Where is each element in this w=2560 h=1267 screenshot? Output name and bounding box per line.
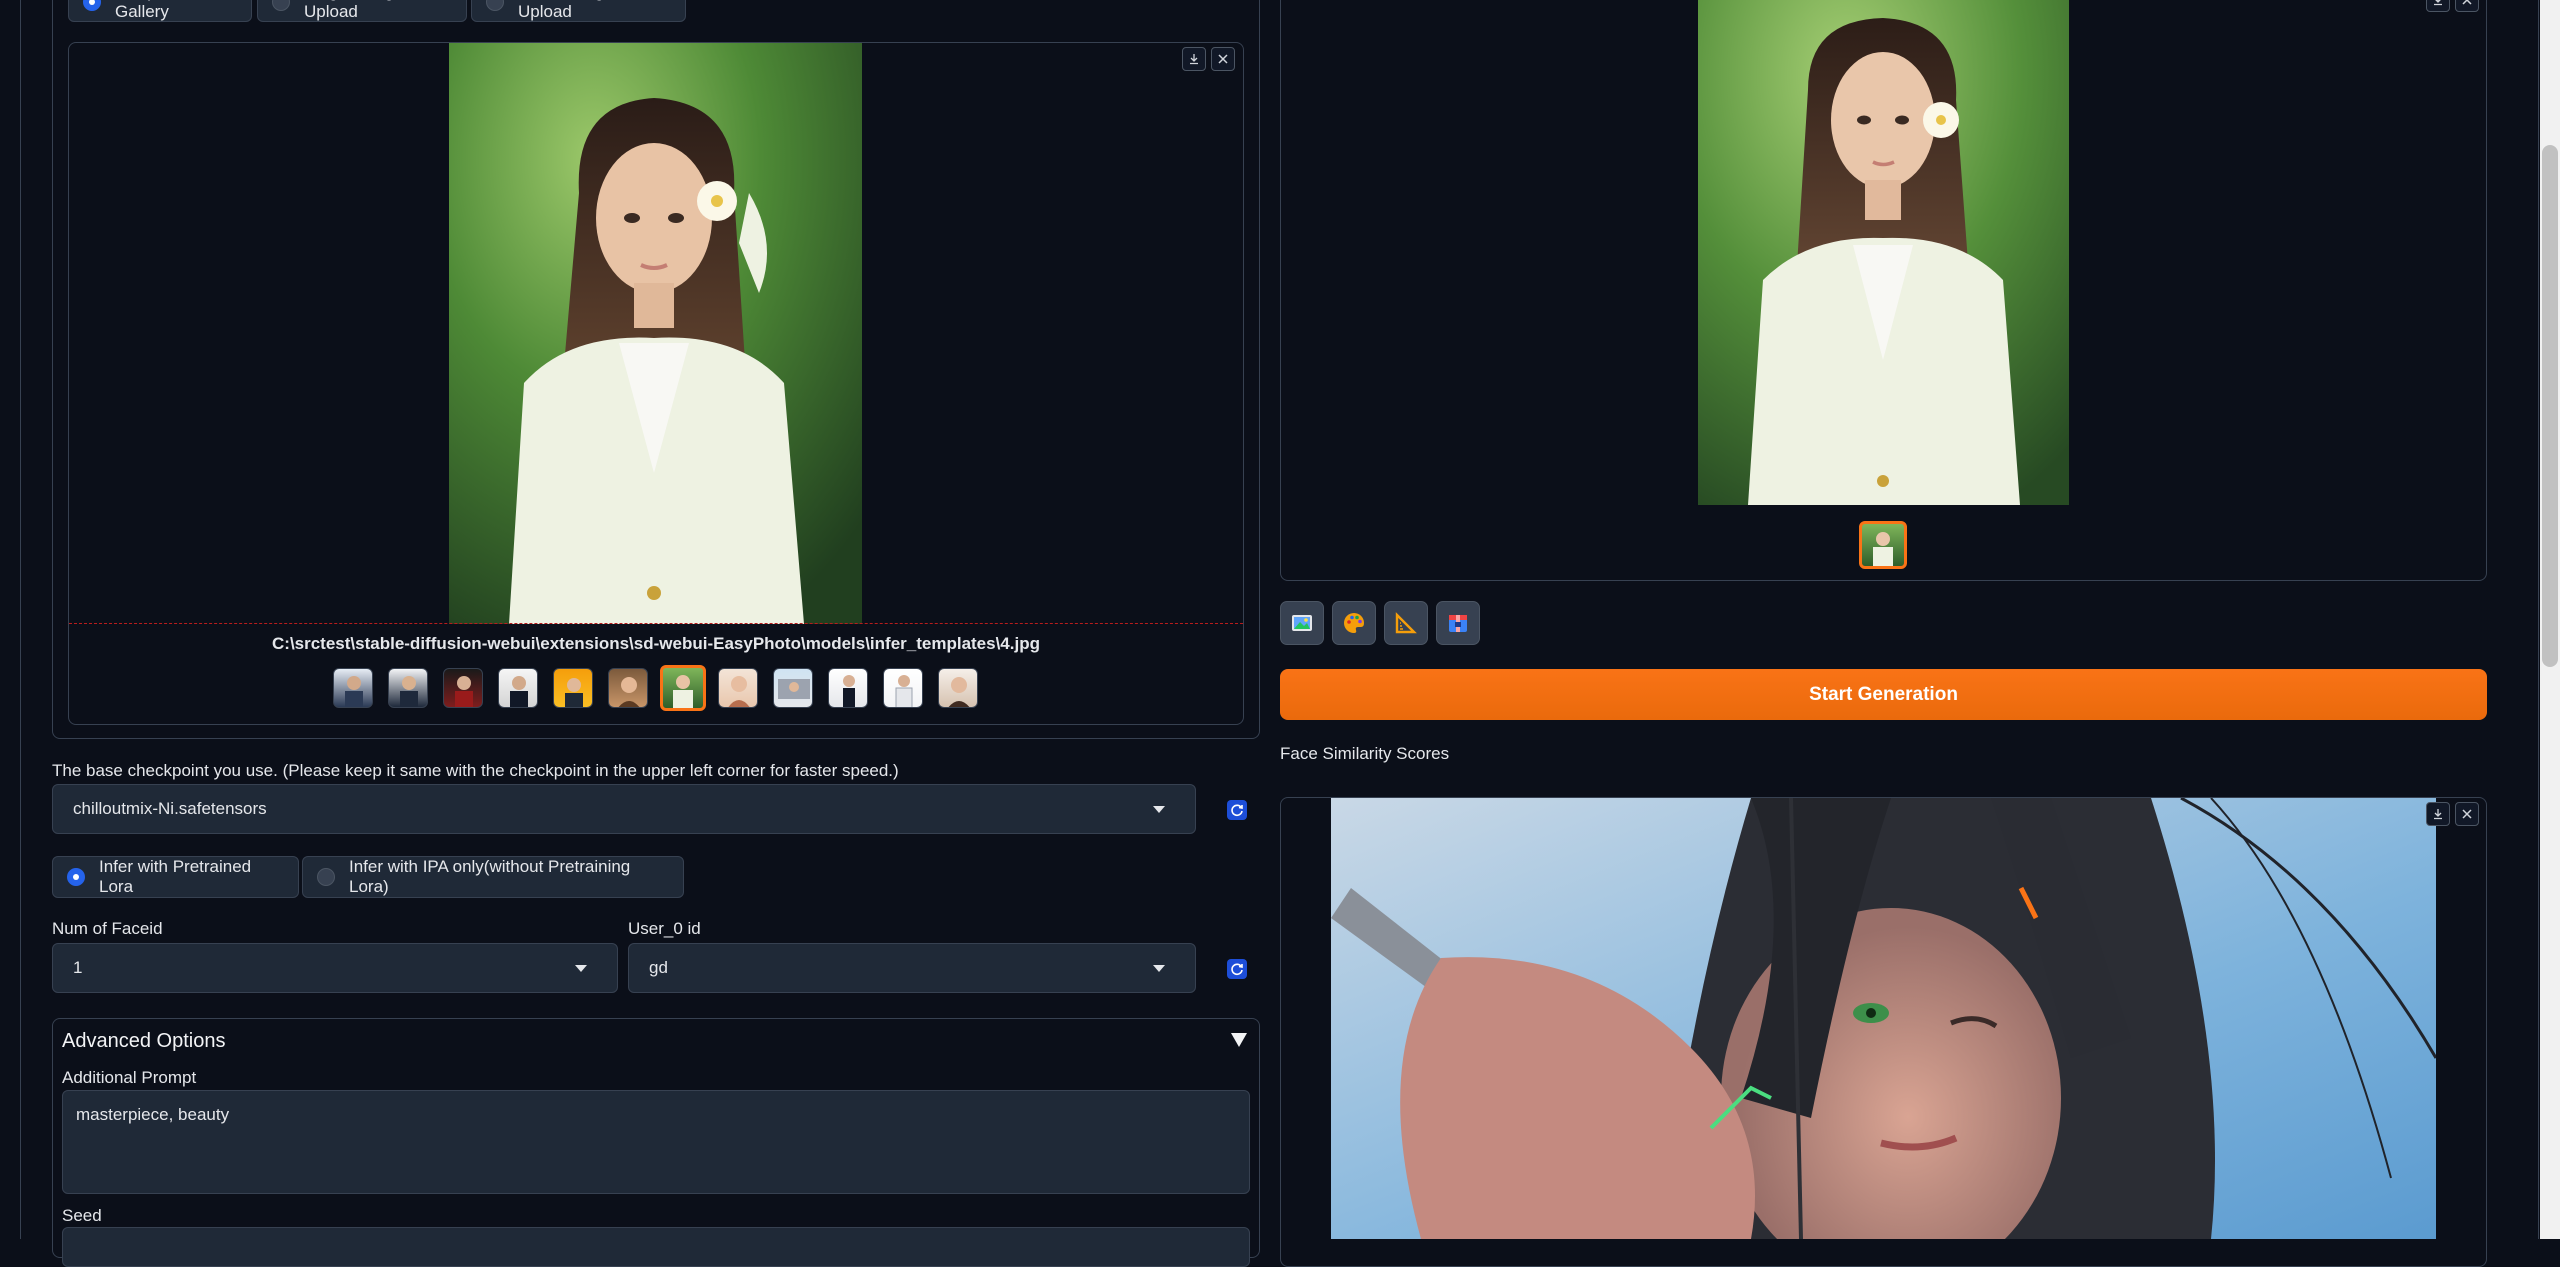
radio-template-gallery[interactable]: Template Gallery	[68, 0, 252, 22]
chevron-down-icon	[1153, 806, 1165, 813]
output-image[interactable]	[1698, 0, 2069, 505]
gallery-thumbnail[interactable]	[608, 668, 648, 708]
zip-icon[interactable]	[1436, 601, 1480, 645]
close-icon[interactable]	[2455, 0, 2479, 12]
checkpoint-dropdown[interactable]: chilloutmix-Ni.safetensors	[52, 784, 1196, 834]
radio-batch-images-upload[interactable]: Batch Images Upload	[471, 0, 686, 22]
ruler-icon[interactable]	[1384, 601, 1428, 645]
user-id-value: gd	[649, 958, 668, 977]
gallery-thumbnail-selected[interactable]	[660, 665, 706, 711]
radio-indicator	[67, 868, 85, 886]
user-id-dropdown[interactable]: gd	[628, 943, 1196, 993]
refresh-checkpoint-icon[interactable]	[1227, 800, 1247, 820]
radio-indicator	[317, 868, 335, 886]
download-icon[interactable]	[1182, 47, 1206, 71]
gallery-thumbnail[interactable]	[333, 668, 373, 708]
radio-label: Single Image Upload	[304, 0, 403, 21]
left-edge-line	[20, 0, 21, 1239]
num-faceid-label: Num of Faceid	[52, 919, 163, 938]
radio-label: Batch Images Upload	[518, 0, 622, 21]
gallery-thumbnail[interactable]	[883, 668, 923, 708]
right-edge-line	[2538, 0, 2539, 1239]
radio-infer-ipa-only[interactable]: Infer with IPA only(without Pretraining …	[302, 856, 684, 898]
radio-indicator	[272, 0, 290, 11]
num-faceid-value: 1	[73, 958, 83, 977]
gallery-thumbnail[interactable]	[773, 668, 813, 708]
similarity-result-image[interactable]	[1331, 798, 2436, 1239]
close-icon[interactable]	[2455, 802, 2479, 826]
radio-indicator	[486, 0, 504, 11]
additional-prompt-textarea[interactable]	[62, 1090, 1250, 1194]
radio-indicator	[83, 0, 101, 11]
preview-separator	[69, 623, 1243, 624]
checkpoint-value: chilloutmix-Ni.safetensors	[73, 799, 267, 818]
chevron-down-icon	[575, 965, 587, 972]
num-faceid-dropdown[interactable]: 1	[52, 943, 618, 993]
page-scrollbar-thumb[interactable]	[2542, 145, 2558, 667]
seed-label: Seed	[62, 1206, 102, 1225]
user-id-label: User_0 id	[628, 919, 701, 938]
gallery-thumbnail[interactable]	[938, 668, 978, 708]
refresh-user-id-icon[interactable]	[1227, 959, 1247, 979]
gallery-thumbnail[interactable]	[553, 668, 593, 708]
additional-prompt-label: Additional Prompt	[62, 1068, 197, 1087]
face-similarity-label: Face Similarity Scores	[1280, 744, 1450, 763]
template-preview-image[interactable]	[449, 43, 862, 624]
gallery-thumbnail[interactable]	[443, 668, 483, 708]
gallery-thumbnail[interactable]	[498, 668, 538, 708]
advanced-options-title[interactable]: Advanced Options	[62, 1030, 225, 1053]
radio-label: Infer with Pretrained Lora	[99, 857, 252, 896]
start-generation-button[interactable]: Start Generation	[1280, 669, 2487, 720]
close-icon[interactable]	[1211, 47, 1235, 71]
radio-label: Template Gallery	[115, 0, 184, 21]
collapse-triangle-icon[interactable]	[1230, 1032, 1248, 1048]
download-icon[interactable]	[2426, 0, 2450, 12]
image-path-caption: C:\srctest\stable-diffusion-webui\extens…	[272, 634, 1040, 653]
radio-label: Infer with IPA only(without Pretraining …	[349, 857, 631, 896]
gallery-thumbnail[interactable]	[388, 668, 428, 708]
seed-input[interactable]	[62, 1227, 1250, 1267]
checkpoint-label: The base checkpoint you use. (Please kee…	[52, 761, 899, 780]
palette-icon[interactable]	[1332, 601, 1376, 645]
chevron-down-icon	[1153, 965, 1165, 972]
radio-infer-pretrained-lora[interactable]: Infer with Pretrained Lora	[52, 856, 299, 898]
gallery-thumbnail[interactable]	[828, 668, 868, 708]
gallery-thumbnail[interactable]	[718, 668, 758, 708]
image-icon[interactable]	[1280, 601, 1324, 645]
output-thumbnail-selected[interactable]	[1859, 521, 1907, 569]
download-icon[interactable]	[2426, 802, 2450, 826]
radio-single-image-upload[interactable]: Single Image Upload	[257, 0, 467, 22]
